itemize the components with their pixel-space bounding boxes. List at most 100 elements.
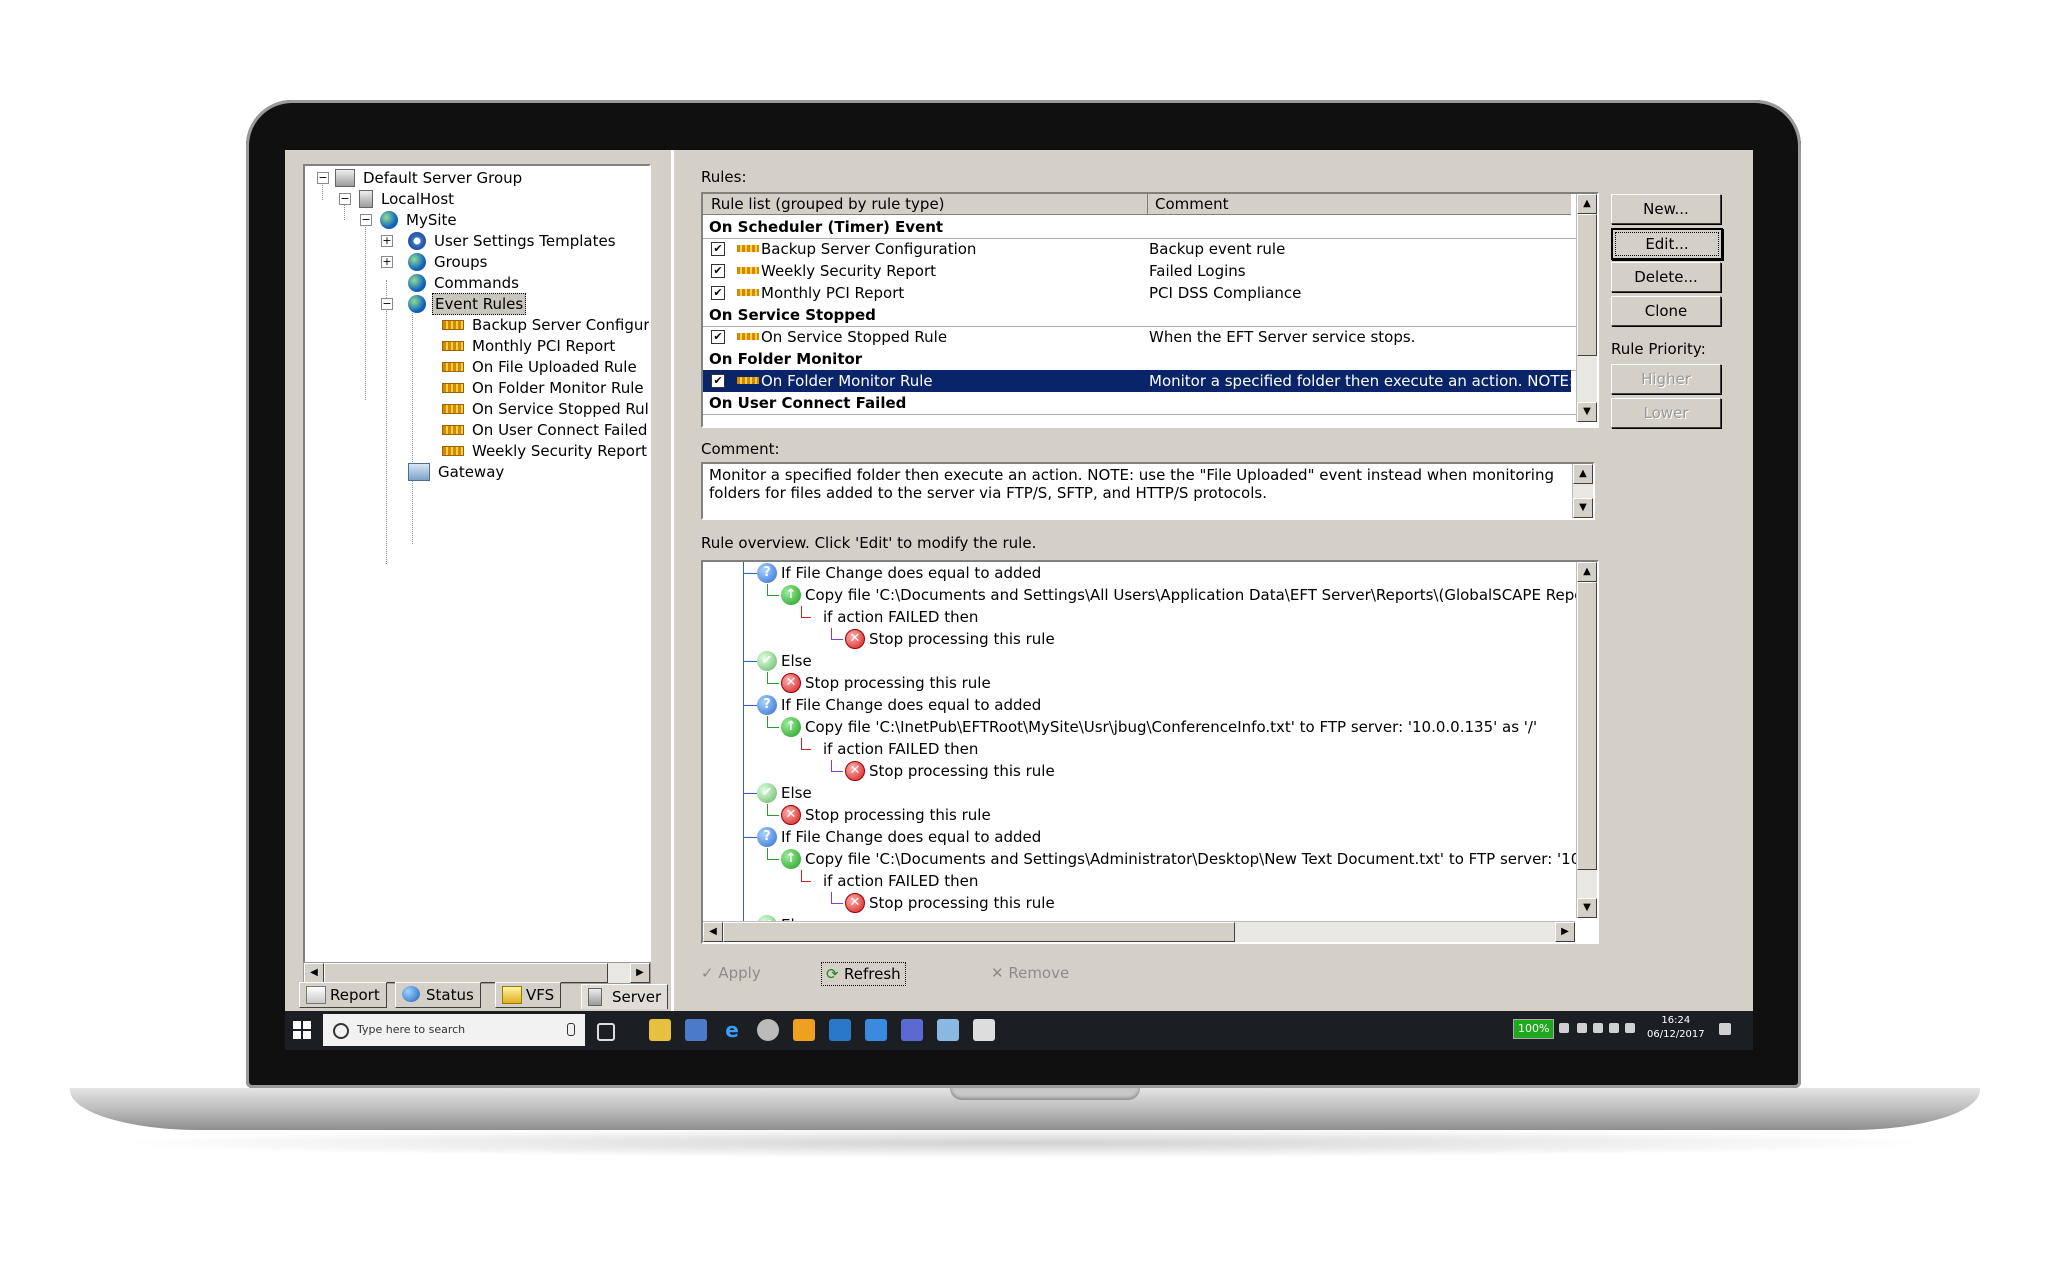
condition-icon: ?	[757, 563, 777, 583]
scroll-down-button[interactable]: ▼	[1577, 402, 1597, 422]
taskbar-search-box[interactable]: Type here to search	[323, 1014, 585, 1046]
edit-button[interactable]: Edit...	[1611, 228, 1723, 260]
scroll-thumb[interactable]	[1577, 582, 1597, 870]
file-explorer-icon[interactable]	[649, 1019, 671, 1041]
column-header-rule-list[interactable]: Rule list (grouped by rule type)	[703, 194, 1148, 214]
higher-button[interactable]: Higher	[1611, 364, 1721, 394]
tree-item-rule[interactable]: On User Connect Failed I	[442, 420, 651, 440]
chevron-up-icon[interactable]	[1577, 1023, 1587, 1033]
comment-textarea[interactable]: Monitor a specified folder then execute …	[701, 462, 1595, 520]
rule-enabled-checkbox[interactable]: ✔	[711, 330, 725, 344]
eft-server-icon[interactable]	[829, 1019, 851, 1041]
scroll-left-button[interactable]: ◀	[703, 922, 723, 942]
rule-list-scrollbar[interactable]: ▲ ▼	[1576, 194, 1597, 422]
tree-item-user-settings-templates[interactable]: User Settings Templates	[408, 231, 618, 251]
rule-group-row[interactable]: On Folder Monitor	[703, 348, 1577, 371]
comment-scrollbar[interactable]: ▲ ▼	[1572, 464, 1593, 518]
scroll-up-button[interactable]: ▲	[1577, 562, 1597, 582]
network-icon[interactable]	[1593, 1023, 1603, 1033]
new-button[interactable]: New...	[1611, 194, 1721, 224]
notifications-icon[interactable]	[1719, 1023, 1731, 1035]
app-icon[interactable]	[685, 1019, 707, 1041]
rule-row-selected[interactable]: ✔ On Folder Monitor Rule Monitor a speci…	[703, 370, 1588, 392]
rule-row[interactable]: ✔ Backup Server Configuration Backup eve…	[703, 238, 1571, 260]
app-icon[interactable]	[865, 1019, 887, 1041]
tree-horizontal-scrollbar[interactable]: ◀ ▶	[303, 962, 651, 984]
rule-group-row[interactable]: On Scheduler (Timer) Event	[703, 216, 1577, 239]
tree-item-rule[interactable]: On Folder Monitor Rule	[442, 378, 646, 398]
overview-text: Stop processing this rule	[869, 894, 1055, 912]
rule-icon	[737, 377, 759, 384]
app-icon[interactable]	[793, 1019, 815, 1041]
tab-status[interactable]: Status	[395, 982, 481, 1008]
tree-item-rule[interactable]: Backup Server Configura	[442, 315, 649, 335]
collapse-icon[interactable]: −	[339, 193, 351, 205]
tree-item-gateway[interactable]: Gateway	[408, 462, 506, 482]
rule-row[interactable]: ✔ Monthly PCI Report PCI DSS Compliance	[703, 282, 1571, 304]
tree-item-rule[interactable]: On Service Stopped Rule	[442, 399, 649, 419]
volume-icon[interactable]	[1625, 1023, 1635, 1033]
delete-button[interactable]: Delete...	[1611, 262, 1721, 292]
tab-server[interactable]: Server	[581, 984, 669, 1009]
scroll-thumb[interactable]	[324, 963, 608, 983]
windows-start-icon[interactable]	[293, 1021, 311, 1039]
tree-item-rule[interactable]: Monthly PCI Report	[442, 336, 617, 356]
app-icon[interactable]	[937, 1019, 959, 1041]
tab-report[interactable]: Report	[299, 982, 387, 1008]
scroll-right-button[interactable]: ▶	[630, 963, 650, 983]
rule-list[interactable]: Rule list (grouped by rule type) Comment…	[701, 192, 1599, 428]
battery-indicator[interactable]: 100%	[1513, 1019, 1555, 1039]
power-icon[interactable]	[1559, 1023, 1569, 1033]
apply-button[interactable]: ✓ Apply	[701, 962, 761, 984]
remove-button[interactable]: ✕ Remove	[991, 962, 1069, 984]
rule-enabled-checkbox[interactable]: ✔	[711, 286, 725, 300]
collapse-icon[interactable]: −	[317, 172, 329, 184]
scroll-down-button[interactable]: ▼	[1577, 898, 1597, 918]
expand-icon[interactable]: +	[381, 256, 393, 268]
clone-button[interactable]: Clone	[1611, 296, 1721, 326]
overview-horizontal-scrollbar[interactable]: ◀ ▶	[703, 921, 1575, 942]
rule-group-row[interactable]: On User Connect Failed	[703, 392, 1577, 415]
tree-item-mysite[interactable]: MySite	[380, 210, 459, 230]
scroll-thumb[interactable]	[723, 922, 1235, 942]
scroll-thumb[interactable]	[1577, 214, 1597, 356]
edge-browser-icon[interactable]: e	[721, 1019, 743, 1041]
tree-item-rule[interactable]: Weekly Security Report	[442, 441, 649, 461]
scroll-up-button[interactable]: ▲	[1577, 194, 1597, 214]
server-tree[interactable]: − Default Server Group − LocalHost − MyS…	[303, 164, 651, 964]
task-view-icon[interactable]	[597, 1023, 615, 1041]
column-header-comment[interactable]: Comment	[1149, 194, 1229, 214]
tree-item-label: On User Connect Failed I	[472, 421, 651, 439]
app-icon[interactable]	[757, 1019, 779, 1041]
rule-enabled-checkbox[interactable]: ✔	[711, 242, 725, 256]
rule-overview[interactable]: ? If File Change does equal to added ↑ Cop…	[701, 560, 1599, 944]
refresh-button[interactable]: ⟳ Refresh	[821, 962, 906, 986]
tree-item-event-rules[interactable]: Event Rules	[408, 293, 527, 315]
tree-item-rule[interactable]: On File Uploaded Rule	[442, 357, 639, 377]
rule-enabled-checkbox[interactable]: ✔	[711, 264, 725, 278]
tree-item-commands[interactable]: Commands	[408, 273, 521, 293]
collapse-icon[interactable]: −	[360, 214, 372, 226]
rule-group-row[interactable]: On Service Stopped	[703, 304, 1577, 327]
taskbar-clock[interactable]: 16:24 06/12/2017	[1647, 1014, 1705, 1042]
collapse-icon[interactable]: −	[381, 298, 393, 310]
powershell-icon[interactable]	[901, 1019, 923, 1041]
tree-item-groups[interactable]: Groups	[408, 252, 489, 272]
expand-icon[interactable]: +	[381, 235, 393, 247]
tab-vfs[interactable]: VFS	[495, 982, 562, 1008]
tree-item-localhost[interactable]: LocalHost	[359, 189, 456, 209]
rule-enabled-checkbox[interactable]: ✔	[711, 374, 725, 388]
scroll-down-button[interactable]: ▼	[1573, 498, 1593, 518]
scroll-up-button[interactable]: ▲	[1573, 464, 1593, 484]
scroll-left-button[interactable]: ◀	[304, 963, 324, 983]
scroll-right-button[interactable]: ▶	[1555, 922, 1575, 942]
rule-row[interactable]: ✔ On Service Stopped Rule When the EFT S…	[703, 326, 1571, 348]
rule-priority-label: Rule Priority:	[1611, 340, 1706, 358]
tree-item-default-server-group[interactable]: Default Server Group	[335, 168, 524, 188]
overview-action: ↑ Copy file 'C:\Documents and Settings\Al…	[781, 584, 1583, 606]
lower-button[interactable]: Lower	[1611, 398, 1721, 428]
overview-vertical-scrollbar[interactable]: ▲ ▼	[1576, 562, 1597, 918]
cloud-icon[interactable]	[1609, 1023, 1619, 1033]
rule-row[interactable]: ✔ Weekly Security Report Failed Logins	[703, 260, 1571, 282]
photos-icon[interactable]	[973, 1019, 995, 1041]
